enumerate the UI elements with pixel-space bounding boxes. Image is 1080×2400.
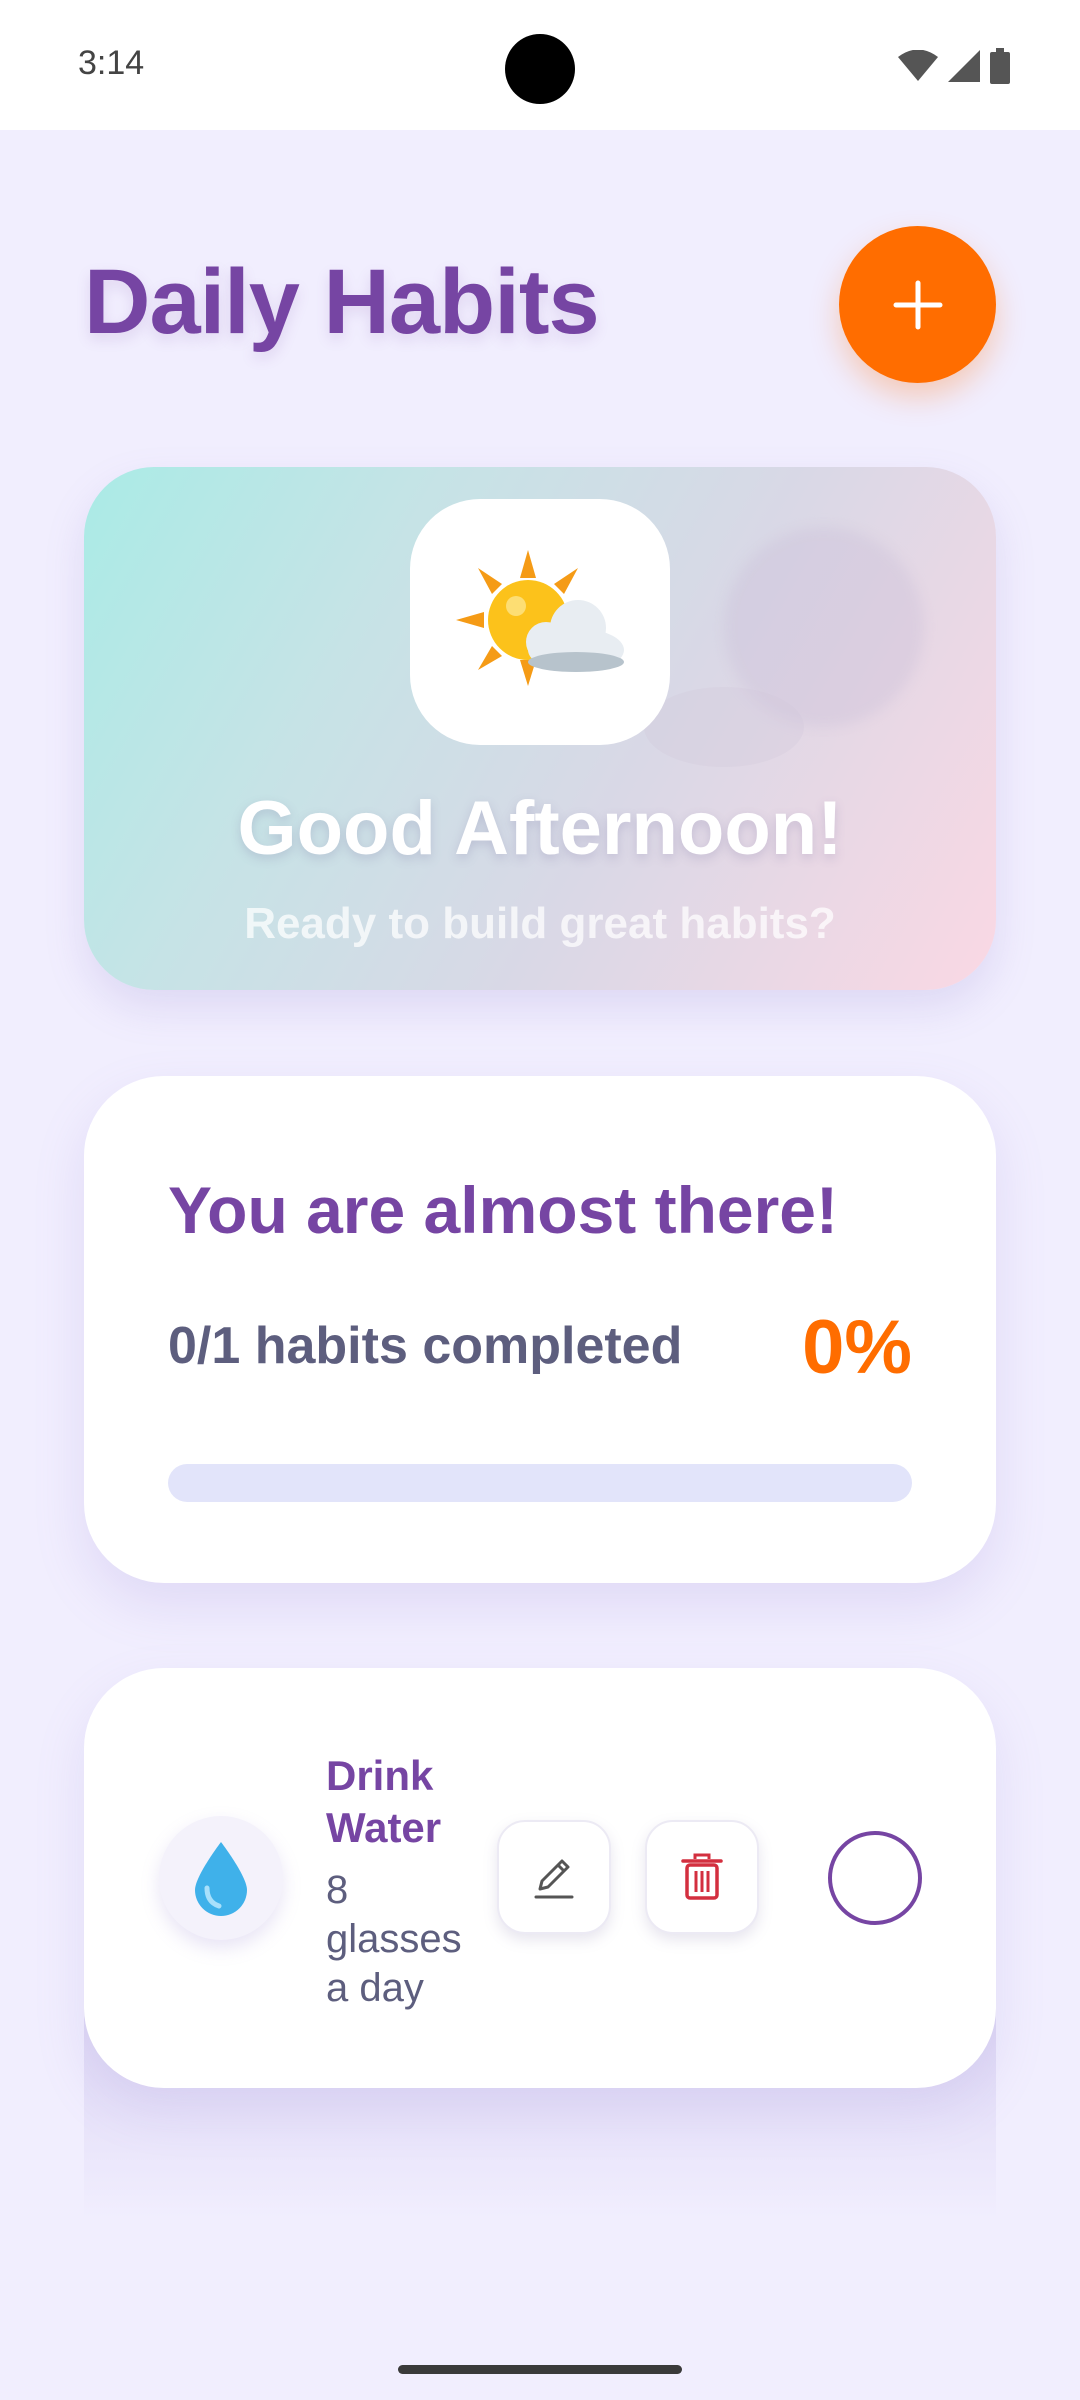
battery-icon xyxy=(990,48,1010,84)
habit-card[interactable]: Drink Water 8 glasses a day xyxy=(84,1668,996,2088)
progress-summary: 0/1 habits completed xyxy=(168,1317,683,1375)
progress-heading: You are almost there! xyxy=(168,1173,838,1247)
status-bar: 3:14 xyxy=(0,0,1080,130)
status-time: 3:14 xyxy=(78,44,145,82)
greeting-subtitle: Ready to build great habits? xyxy=(244,899,836,948)
sun-behind-cloud-icon xyxy=(456,550,624,686)
add-habit-button[interactable] xyxy=(839,226,996,383)
habit-complete-toggle[interactable] xyxy=(828,1831,922,1925)
pencil-icon xyxy=(534,1859,574,1899)
delete-habit-button[interactable] xyxy=(645,1820,759,1934)
progress-bar xyxy=(168,1464,912,1502)
greeting-card: Good Afternoon! Ready to build great hab… xyxy=(84,467,996,990)
water-drop-icon xyxy=(195,1842,247,1916)
trash-icon xyxy=(681,1853,723,1900)
edit-habit-button[interactable] xyxy=(497,1820,611,1934)
habit-description: 8 glasses a day xyxy=(326,1868,462,2010)
habit-name: Drink Water xyxy=(326,1752,442,1851)
camera-cutout xyxy=(505,34,575,104)
plus-icon xyxy=(893,280,942,329)
progress-card: You are almost there! 0/1 habits complet… xyxy=(84,1076,996,1583)
status-icons xyxy=(898,48,1010,84)
greeting-title: Good Afternoon! xyxy=(237,786,843,871)
decorative-blob xyxy=(644,687,804,767)
wifi-icon xyxy=(898,50,938,81)
page-title: Daily Habits xyxy=(84,251,600,353)
progress-percent: 0% xyxy=(802,1305,912,1390)
signal-icon xyxy=(948,50,980,82)
habit-icon-badge xyxy=(159,1816,283,1940)
weather-icon-tile xyxy=(410,499,670,745)
gesture-nav-handle[interactable] xyxy=(398,2365,682,2374)
